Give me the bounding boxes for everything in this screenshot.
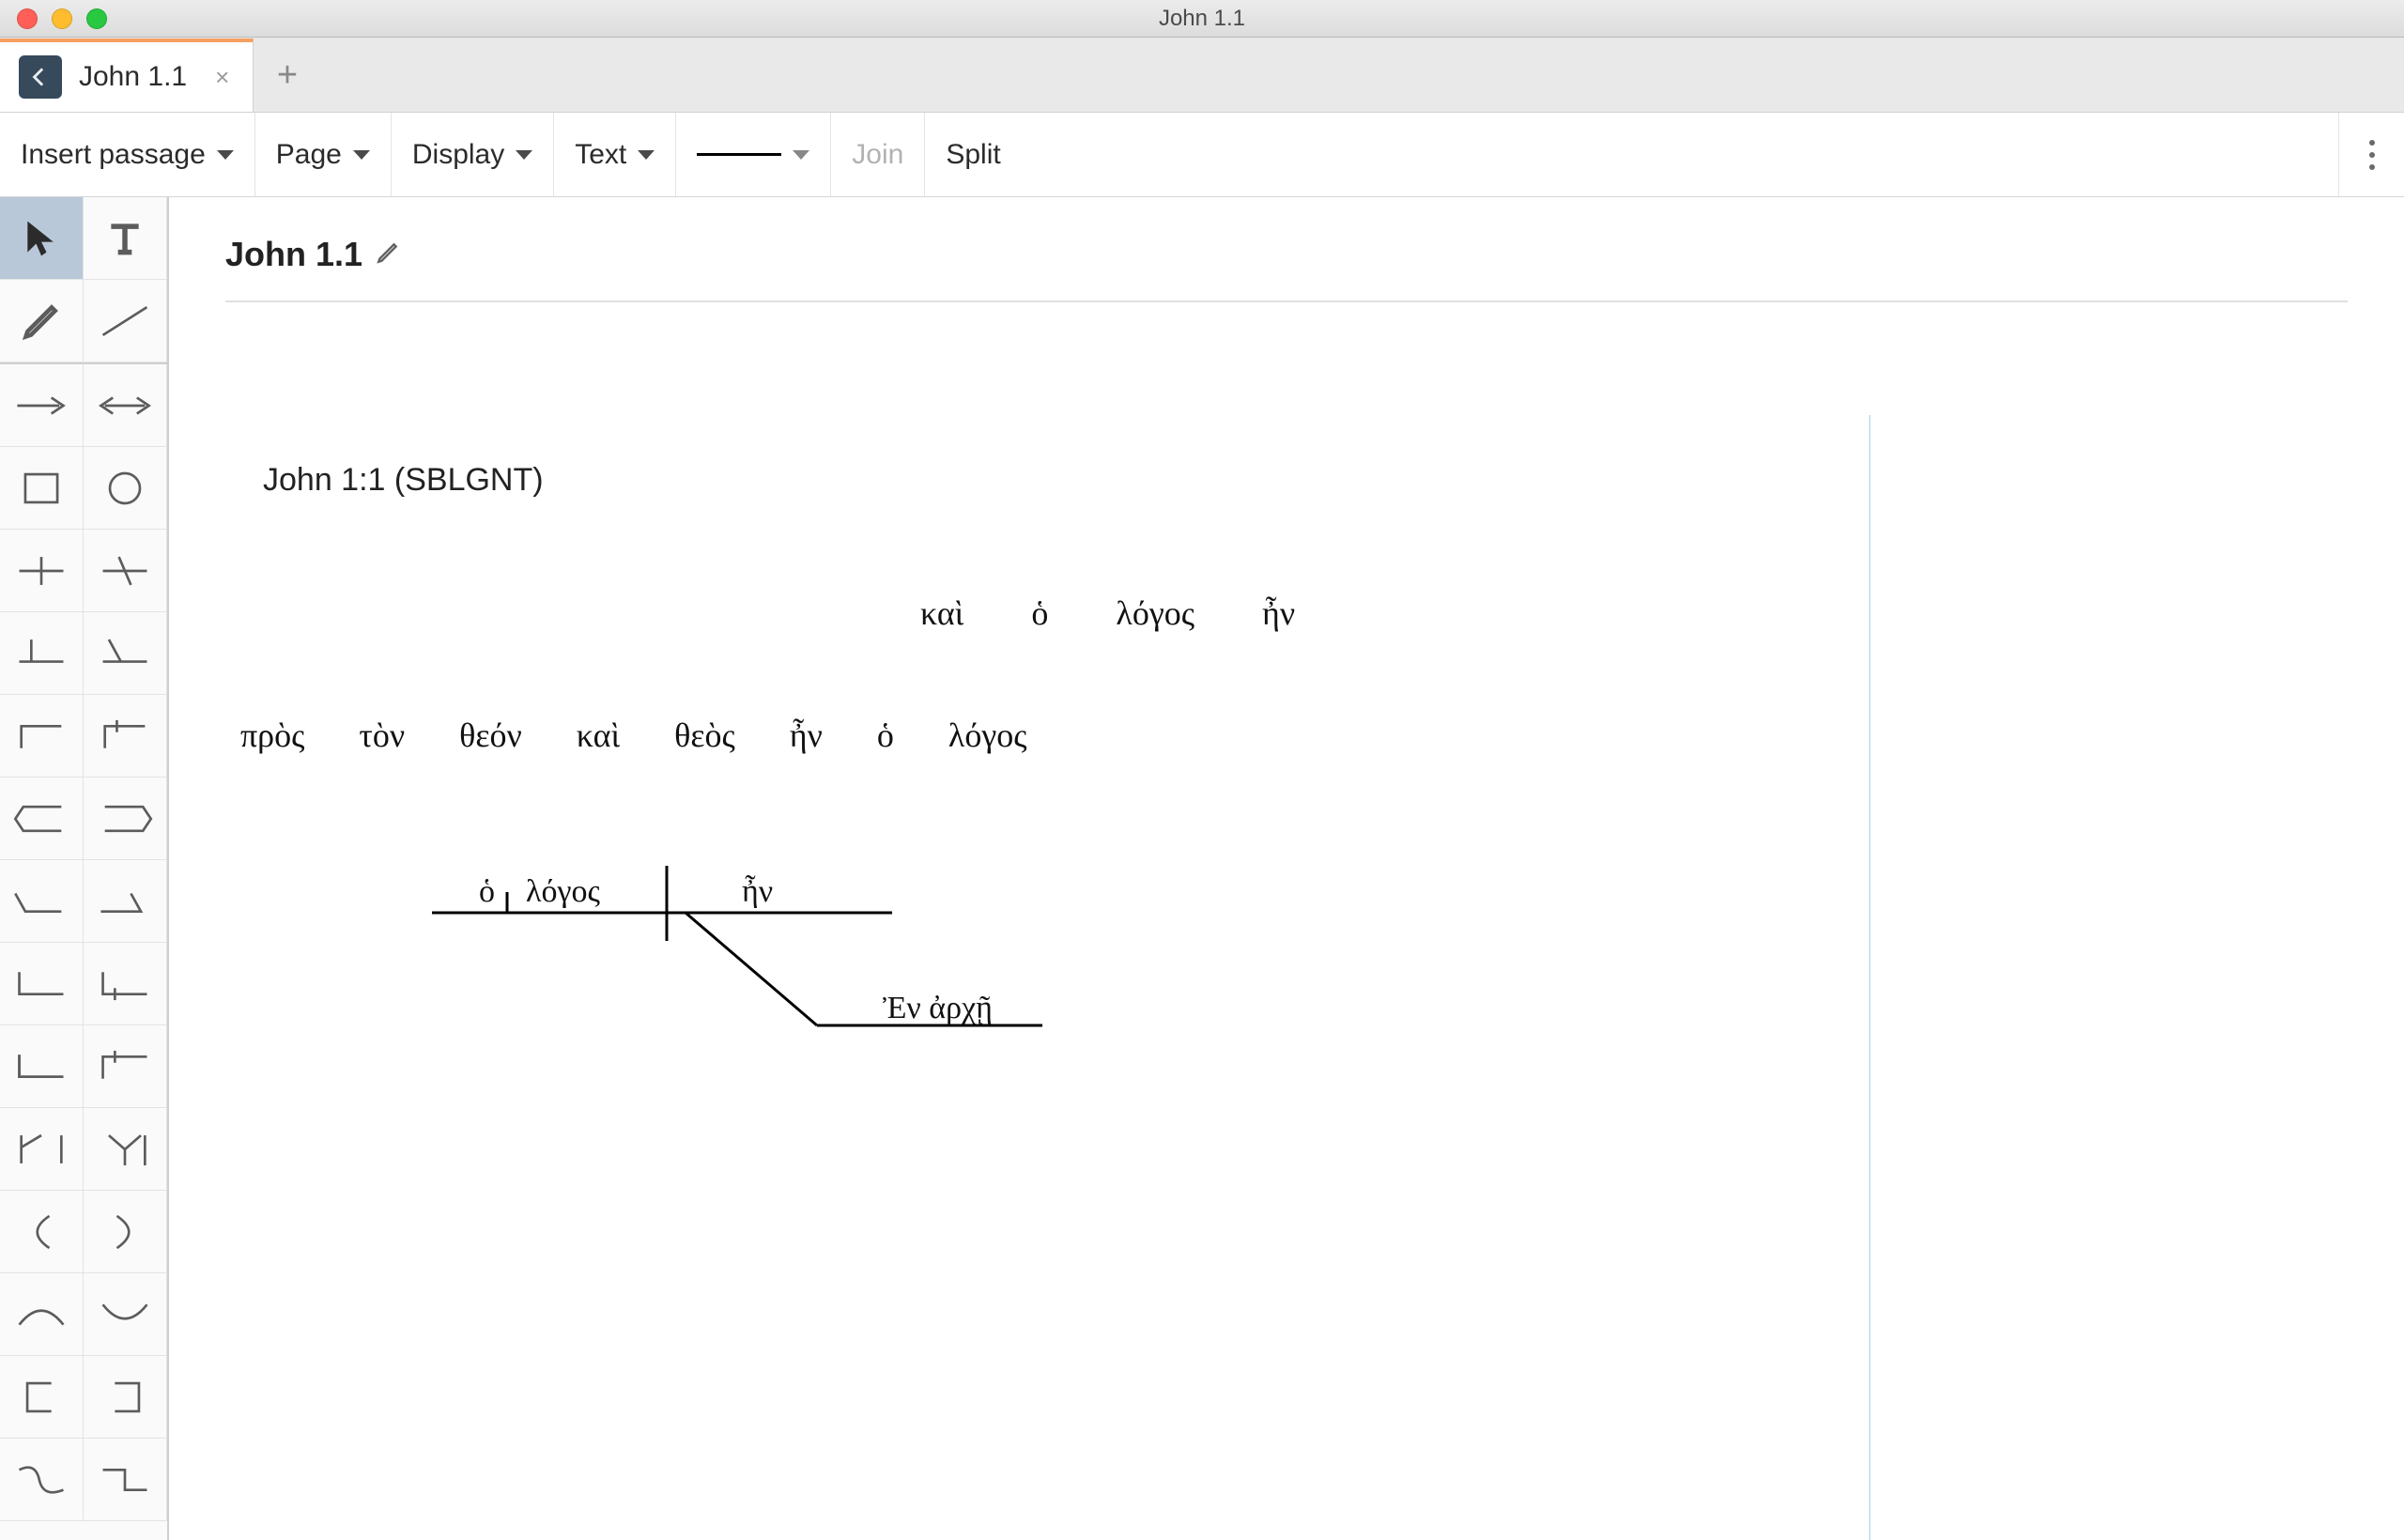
perp-up-left-icon[interactable] [0, 612, 84, 695]
corner-tl-tick-icon[interactable] [84, 695, 167, 778]
document-title-row: John 1.1 [225, 235, 2348, 302]
tabstrip: John 1.1 × + [0, 38, 2404, 113]
more-menu-button[interactable] [2338, 113, 2404, 196]
chevron-down-icon [516, 150, 532, 160]
tab-active[interactable]: John 1.1 × [0, 38, 254, 112]
arc-bottom-icon[interactable] [84, 1273, 167, 1356]
elbow-dl-icon[interactable] [0, 943, 84, 1025]
circle-icon[interactable] [84, 447, 167, 530]
arrow-both-icon[interactable] [84, 364, 167, 447]
split-label: Split [946, 139, 1000, 171]
tab-label: John 1.1 [79, 61, 187, 93]
text-label: Text [575, 139, 626, 171]
greek-row-1: καὶ ὁ λόγος ἦν [920, 593, 1295, 633]
greek-word[interactable]: καὶ [920, 593, 963, 633]
bracket-sq-left-icon[interactable] [0, 1356, 84, 1439]
greek-word[interactable]: λόγος [948, 716, 1027, 755]
cross-tilt-icon[interactable] [84, 530, 167, 612]
line-style-menu[interactable] [676, 113, 831, 196]
diagram-subject[interactable]: λόγος [526, 874, 601, 909]
new-tab-button[interactable]: + [254, 38, 321, 112]
split-button[interactable]: Split [925, 113, 1021, 196]
bracket-sq-right-icon[interactable] [84, 1356, 167, 1439]
bracket-open-left-icon[interactable] [0, 778, 84, 860]
insert-passage-menu[interactable]: Insert passage [0, 113, 255, 196]
greek-word[interactable]: ὁ [877, 716, 894, 755]
chevron-down-icon [217, 150, 234, 160]
toolbar-spacer [1022, 113, 2338, 196]
bracket-open-right-icon[interactable] [84, 778, 167, 860]
display-menu[interactable]: Display [392, 113, 554, 196]
page-menu[interactable]: Page [255, 113, 392, 196]
y-alt-icon[interactable] [84, 1108, 167, 1191]
insert-passage-label: Insert passage [21, 139, 206, 171]
square-icon[interactable] [0, 447, 84, 530]
chevron-down-icon [353, 150, 370, 160]
minimize-window-button[interactable] [52, 8, 72, 29]
page-label: Page [276, 139, 342, 171]
elbow-ul-icon[interactable] [0, 1025, 84, 1108]
arrow-right-icon[interactable] [0, 364, 84, 447]
diagram-prep[interactable]: Ἐν ἀρχῇ [883, 991, 993, 1025]
line-tool[interactable] [84, 280, 167, 362]
workspace: John 1.1 John 1:1 (SBLGNT) καὶ ὁ λόγος ἦ… [0, 197, 2404, 1540]
paren-left-icon[interactable] [0, 1191, 84, 1273]
line-sample-icon [697, 153, 781, 156]
arc-top-icon[interactable] [0, 1273, 84, 1356]
pencil-tool[interactable] [0, 280, 84, 362]
toolbar: Insert passage Page Display Text Join Sp… [0, 113, 2404, 197]
palette-shapes [0, 364, 167, 1521]
tab-app-icon [19, 55, 62, 99]
diagram-verb[interactable]: ἦν [742, 874, 773, 909]
canvas-area[interactable]: John 1.1 John 1:1 (SBLGNT) καὶ ὁ λόγος ἦ… [169, 197, 2404, 1540]
window-title: John 1.1 [0, 6, 2404, 32]
chevron-down-icon [638, 150, 655, 160]
chevron-down-icon [793, 150, 809, 160]
greek-word[interactable]: ἦν [790, 716, 823, 755]
text-tool[interactable] [84, 197, 167, 280]
display-label: Display [412, 139, 504, 171]
greek-word[interactable]: ὁ [1031, 593, 1048, 633]
corner-tl-icon[interactable] [0, 695, 84, 778]
document-title: John 1.1 [225, 235, 362, 274]
text-menu[interactable]: Text [554, 113, 676, 196]
s-curve-icon[interactable] [0, 1439, 84, 1521]
angle-up-left-icon[interactable] [0, 860, 84, 943]
greek-word[interactable]: θεόν [459, 716, 522, 755]
angle-up-right-icon[interactable] [84, 860, 167, 943]
greek-row-2: πρὸς τὸν θεόν καὶ θεὸς ἦν ὁ λόγος [240, 716, 1027, 755]
step-icon[interactable] [84, 1439, 167, 1521]
join-label: Join [852, 139, 903, 171]
tool-palette [0, 197, 169, 1540]
window-controls [17, 8, 107, 29]
tab-close-icon[interactable]: × [215, 63, 229, 92]
close-window-button[interactable] [17, 8, 38, 29]
diagram-canvas[interactable]: John 1:1 (SBLGNT) καὶ ὁ λόγος ἦν πρὸς τὸ… [225, 302, 2348, 1540]
elbow-ul-tick-icon[interactable] [84, 1025, 167, 1108]
join-button[interactable]: Join [831, 113, 925, 196]
greek-word[interactable]: τὸν [359, 716, 405, 755]
greek-word[interactable]: ἦν [1262, 593, 1295, 633]
greek-word[interactable]: καὶ [577, 716, 620, 755]
greek-word[interactable]: θεὸς [674, 716, 735, 755]
passage-label: John 1:1 (SBLGNT) [263, 462, 544, 499]
sentence-diagram[interactable]: ὁ λόγος ἦν Ἐν ἀρχῇ [432, 847, 1183, 1096]
greek-word[interactable]: λόγος [1116, 593, 1194, 633]
diagram-article[interactable]: ὁ [479, 874, 495, 909]
cursor-tool[interactable] [0, 197, 84, 280]
paren-right-icon[interactable] [84, 1191, 167, 1273]
perp-up-right-icon[interactable] [84, 612, 167, 695]
palette-top [0, 197, 167, 364]
y-down-icon[interactable] [0, 1108, 84, 1191]
page-guide [1869, 415, 1871, 1540]
edit-title-icon[interactable] [376, 240, 400, 270]
titlebar: John 1.1 [0, 0, 2404, 38]
cross-plain-icon[interactable] [0, 530, 84, 612]
zoom-window-button[interactable] [86, 8, 107, 29]
elbow-dl-tick-icon[interactable] [84, 943, 167, 1025]
greek-word[interactable]: πρὸς [240, 716, 304, 755]
